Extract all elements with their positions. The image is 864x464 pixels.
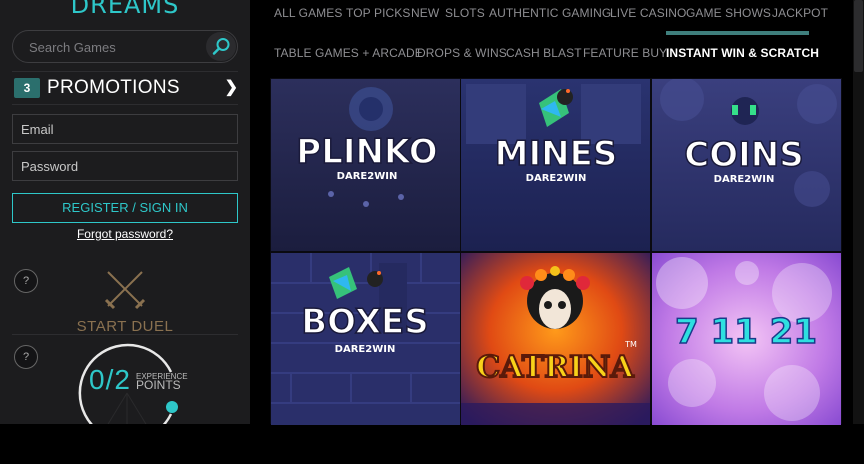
brand-logo[interactable]: DREAMS (0, 0, 250, 19)
category-nav: ALL GAMES TOP PICKS NEW SLOTS AUTHENTIC … (270, 0, 864, 78)
duel-help-icon[interactable]: ? (14, 269, 38, 293)
search-button[interactable] (206, 32, 236, 61)
tab-live-casino[interactable]: LIVE CASINO (610, 6, 686, 20)
game-tile-plinko[interactable]: PLINKO DARE2WIN (271, 79, 460, 251)
game-art-coins: COINS DARE2WIN (652, 79, 841, 251)
chevron-right-icon: ❯ (224, 79, 238, 96)
tab-authentic-gaming[interactable]: AUTHENTIC GAMING (489, 6, 611, 20)
game-tile-coins[interactable]: COINS DARE2WIN (652, 79, 841, 251)
sidebar: DREAMS 3 PROMOTIONS ❯ REGISTER / SIGN IN… (0, 0, 250, 424)
experience-label-big: POINTS (136, 378, 181, 392)
game-grid: PLINKO DARE2WIN MINES DARE2WIN COINS DAR… (270, 78, 842, 425)
game-tile-catrina[interactable]: CATRINA TM (461, 253, 650, 425)
game-art-plinko: PLINKO DARE2WIN (271, 79, 460, 251)
game-title: COINS (684, 135, 803, 175)
trademark-mark: TM (624, 340, 637, 349)
game-art-boxes: BOXES DARE2WIN (271, 253, 460, 425)
game-tile-mines[interactable]: MINES DARE2WIN (461, 79, 650, 251)
password-field[interactable] (13, 152, 237, 180)
game-title: PLINKO (296, 132, 437, 172)
game-art-71121: 7 11 21 (652, 253, 841, 425)
game-art-mines: MINES DARE2WIN (461, 79, 650, 251)
tab-new[interactable]: NEW (411, 6, 439, 20)
search-input[interactable] (27, 31, 211, 64)
divider (12, 334, 238, 335)
active-tab-indicator (666, 31, 809, 35)
game-subtitle: DARE2WIN (337, 171, 398, 182)
tab-drops-wins[interactable]: DROPS & WINS (417, 46, 507, 60)
search-box (12, 30, 238, 64)
scrollbar-thumb[interactable] (854, 0, 863, 72)
forgot-password-link[interactable]: Forgot password? (0, 227, 250, 241)
game-title: MINES (495, 134, 618, 174)
promotions-label: PROMOTIONS (47, 77, 180, 98)
start-duel-button[interactable]: START DUEL (0, 318, 250, 335)
game-tile-71121[interactable]: 7 11 21 (652, 253, 841, 425)
email-field[interactable] (13, 115, 237, 143)
game-title: BOXES (301, 302, 429, 342)
game-title: CATRINA (476, 350, 634, 385)
experience-value: 0/2 (89, 364, 131, 395)
promotions-count-badge: 3 (14, 78, 40, 98)
experience-label: EXPERIENCE POINTS (136, 372, 188, 392)
tab-top-picks[interactable]: TOP PICKS (346, 6, 410, 20)
xp-help-icon[interactable]: ? (14, 345, 38, 369)
crossed-swords-icon[interactable] (104, 268, 146, 310)
game-title: 7 11 21 (675, 312, 817, 352)
tab-feature-buy[interactable]: FEATURE BUY (583, 46, 667, 60)
tab-cash-blast[interactable]: CASH BLAST (506, 46, 582, 60)
game-subtitle: DARE2WIN (526, 173, 587, 184)
game-art-catrina: CATRINA TM (461, 253, 650, 425)
search-icon (212, 38, 230, 55)
game-tile-boxes[interactable]: BOXES DARE2WIN (271, 253, 460, 425)
tab-slots[interactable]: SLOTS (445, 6, 485, 20)
register-signin-button[interactable]: REGISTER / SIGN IN (12, 193, 238, 223)
game-subtitle: DARE2WIN (714, 174, 775, 185)
tab-game-shows[interactable]: GAME SHOWS (686, 6, 771, 20)
tab-jackpot[interactable]: JACKPOT (772, 6, 828, 20)
tab-table-games-arcade[interactable]: TABLE GAMES + ARCADE (274, 46, 423, 60)
tab-all-games[interactable]: ALL GAMES (274, 6, 342, 20)
tab-instant-win-scratch[interactable]: INSTANT WIN & SCRATCH (666, 46, 819, 60)
promotions-link[interactable]: 3 PROMOTIONS ❯ (12, 71, 238, 105)
password-field-wrap (12, 151, 238, 181)
email-field-wrap (12, 114, 238, 144)
game-subtitle: DARE2WIN (335, 344, 396, 355)
